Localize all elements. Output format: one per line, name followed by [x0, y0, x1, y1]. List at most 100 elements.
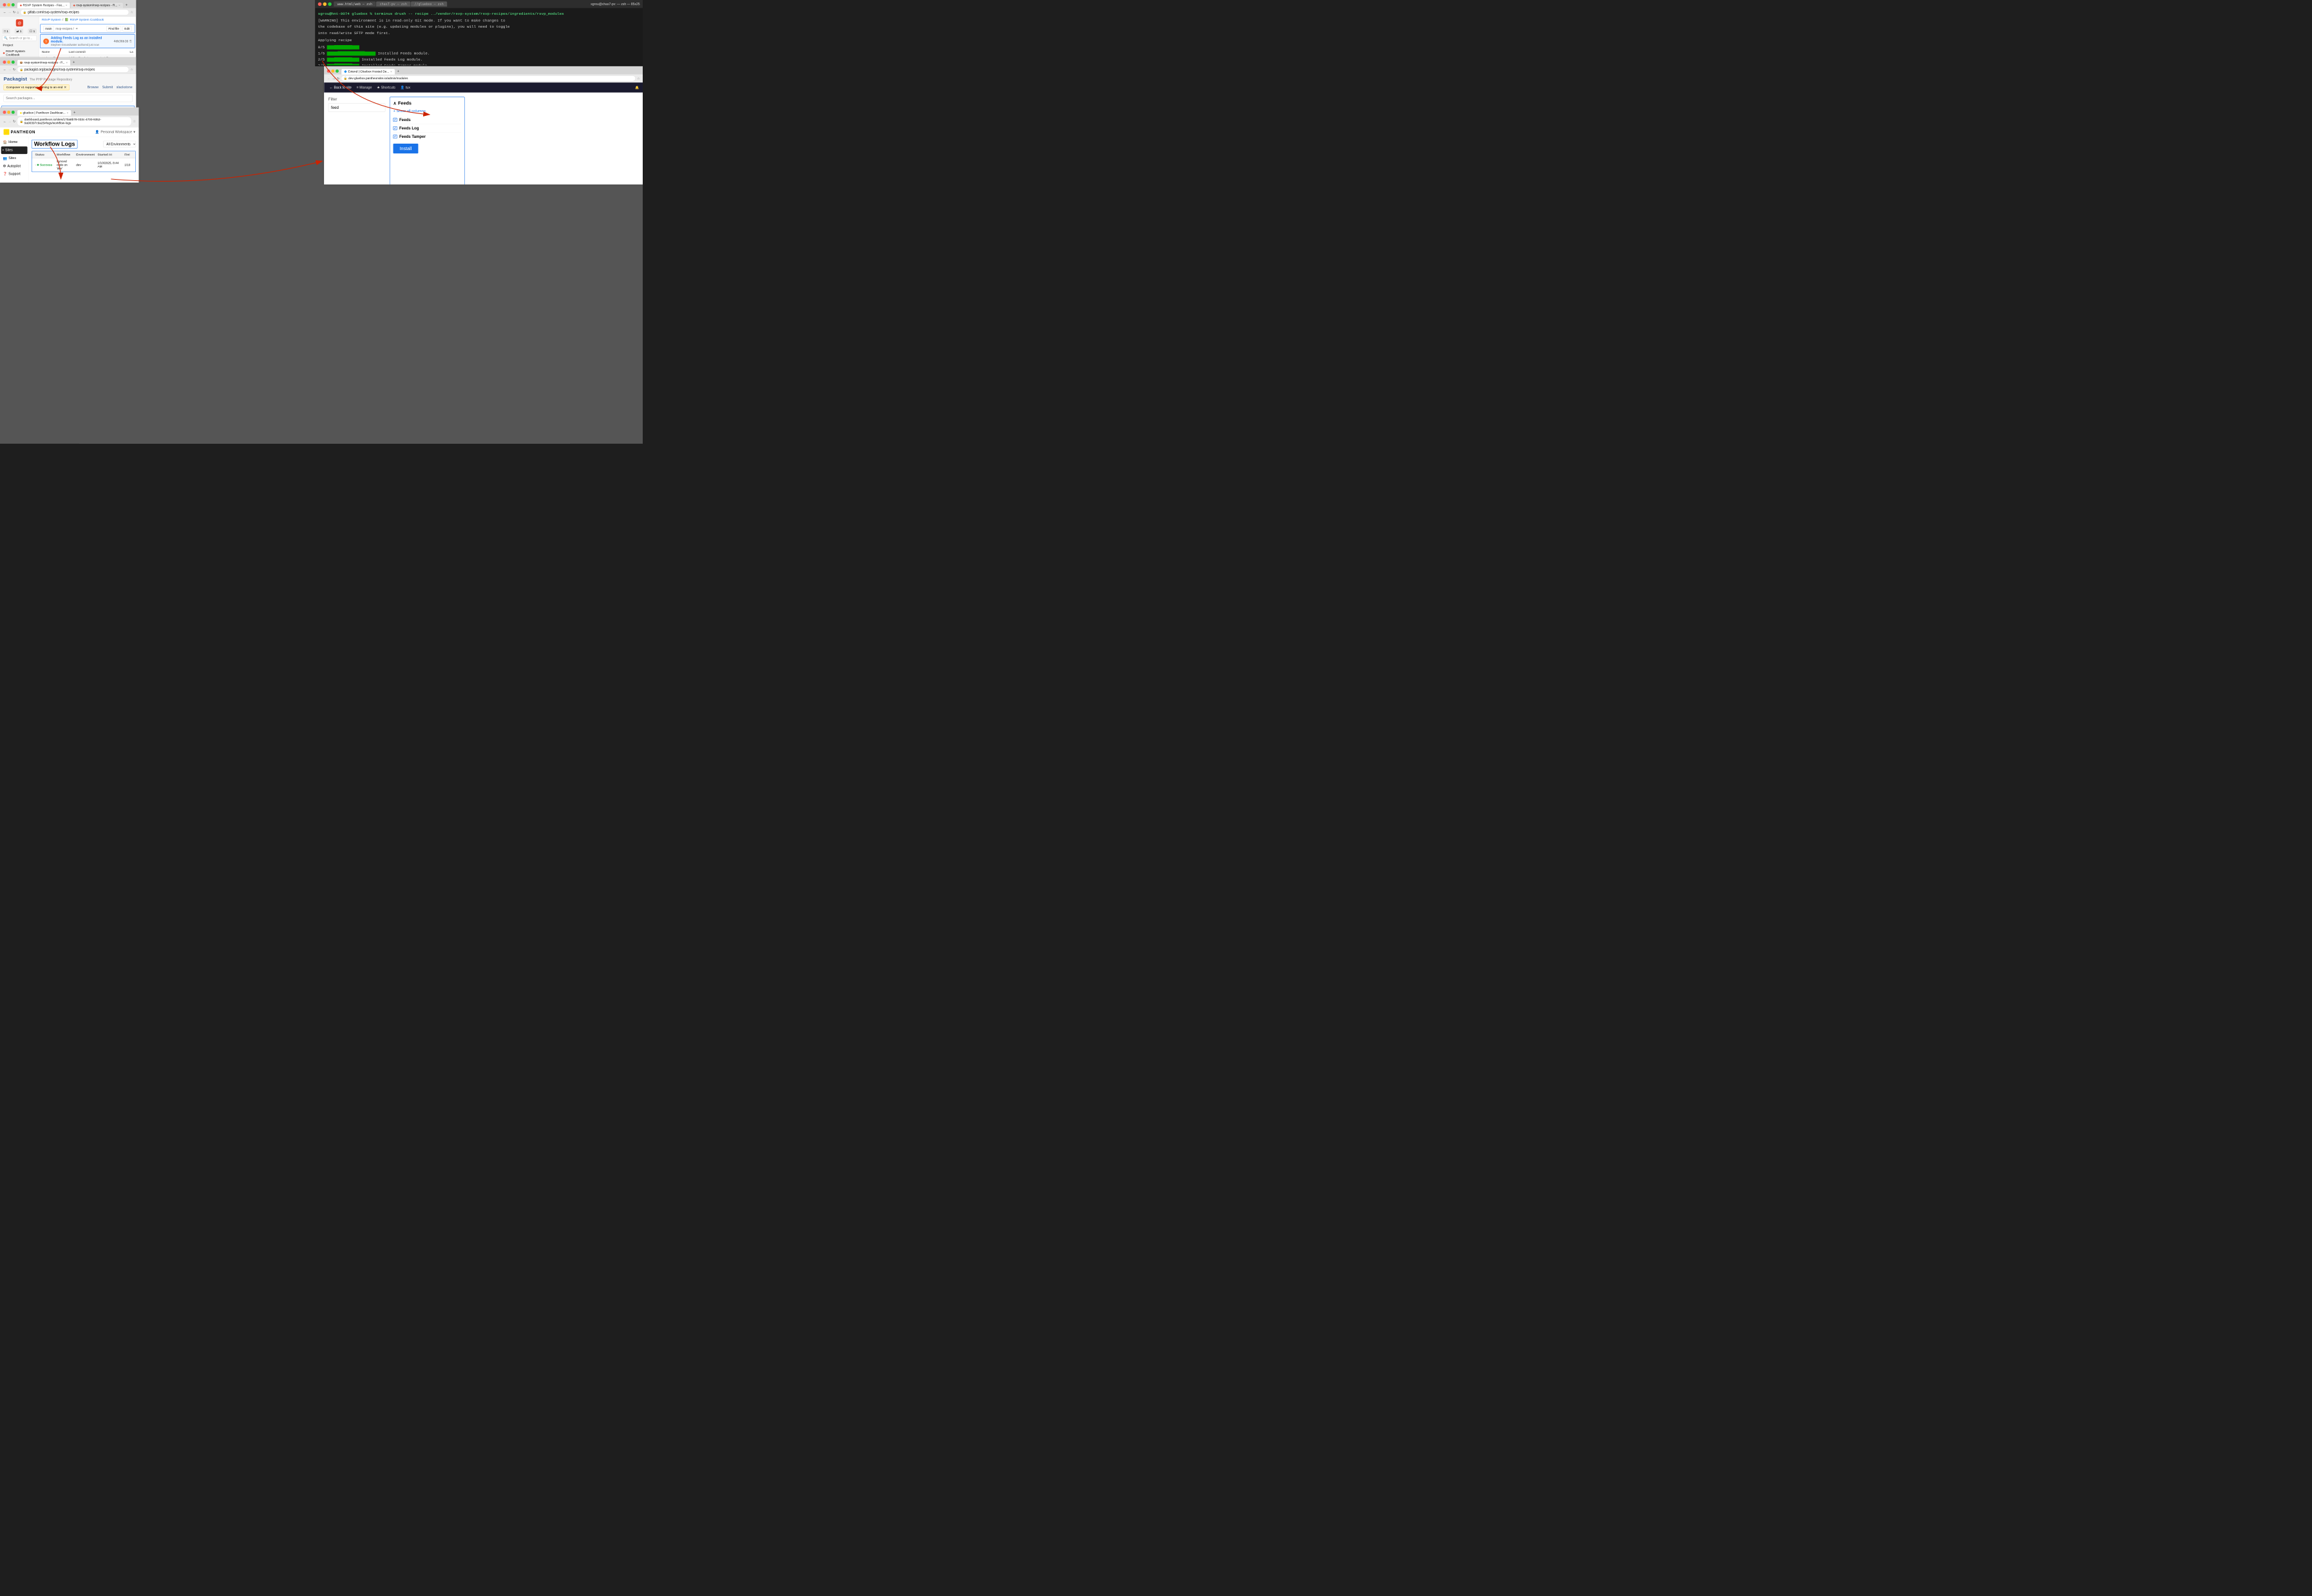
drupal-new-tab-btn[interactable]: + — [395, 68, 401, 75]
pantheon-new-tab-btn[interactable]: + — [71, 109, 77, 116]
packagist-refresh-btn[interactable]: ↻ — [13, 68, 15, 71]
packagist-forward-btn[interactable]: → — [8, 68, 12, 71]
edit-btn[interactable]: Edit — [122, 26, 131, 31]
pantheon-min-dot[interactable] — [7, 111, 10, 114]
feeds-checkbox[interactable]: ✓ — [393, 118, 397, 122]
autopilot-icon: ⚙ — [3, 164, 6, 168]
notification-bell[interactable]: 🔔 — [635, 86, 639, 90]
project-section-label: Project — [0, 42, 39, 48]
terminal-minimize-btn[interactable] — [323, 2, 327, 6]
find-file-btn[interactable]: Find file — [106, 26, 121, 31]
pantheon-close-dot[interactable] — [3, 111, 6, 114]
gitlab-address-input[interactable]: 🔒 gitlab.com/rsvp-system/rsvp-recipes — [21, 9, 129, 15]
packagist-close-dot[interactable] — [3, 61, 6, 64]
drupal-refresh-btn[interactable]: ↻ — [337, 77, 339, 81]
refresh-btn[interactable]: ↻ — [13, 10, 15, 14]
sidebar-item-support[interactable]: ❓ Support — [0, 170, 28, 178]
packagist-new-tab-btn[interactable]: + — [71, 59, 77, 66]
search-input[interactable] — [4, 95, 133, 102]
workspace-selector[interactable]: 👤 Personal Workspace ▾ — [95, 130, 135, 135]
feeds-log-item[interactable]: ✓ Feeds Log — [393, 124, 461, 133]
pantheon-max-dot[interactable] — [12, 111, 15, 114]
breadcrumb: RSVP System / 📗 RSVP System Cookbook — [39, 17, 137, 23]
packagist-tab-close[interactable]: ✕ — [66, 61, 68, 64]
terminal-close-btn[interactable] — [318, 2, 322, 6]
packagist-back-btn[interactable]: ← — [3, 68, 6, 71]
gitlab-tab-active[interactable]: ◆ RSVP System Recipes - Fee... ✕ — [17, 3, 70, 8]
drupal-address-input[interactable]: 🔒 dev-gluebox.pantheonsite.io/admin/modu… — [341, 75, 636, 81]
drupal-tab-active[interactable]: 🔷 Extend | Gluebox Hosted De... ✕ — [341, 68, 395, 74]
manage-item[interactable]: ≡ Manage — [355, 84, 374, 90]
drupal-close-dot[interactable] — [327, 70, 330, 73]
drupal-min-dot[interactable] — [331, 70, 334, 73]
issues-count-badge[interactable]: □ 1 — [2, 28, 10, 33]
terminal-maximize-btn[interactable] — [328, 2, 332, 6]
back-btn[interactable]: ← — [3, 10, 6, 14]
copy-hash-icon[interactable]: ⎘ — [129, 40, 132, 43]
project-name-item[interactable]: ◆ RSVP System Cookbook — [0, 48, 39, 57]
feeds-tamper-checkbox[interactable]: ✓ — [393, 135, 397, 138]
packagist-min-dot[interactable] — [7, 61, 10, 64]
terminal-warning: [WARNING] This environment is in read-on… — [318, 18, 640, 37]
terminal-tab-2[interactable]: chas7-pv — zsh — [376, 1, 410, 6]
feeds-tamper-item[interactable]: ✓ Feeds Tamper — [393, 133, 461, 141]
drupal-admin-bar: ← Back to site ≡ Manage ★ Shortcuts 👤 tu… — [324, 82, 643, 93]
mr-count-badge[interactable]: ⇄ 1 — [15, 28, 23, 33]
pantheon-tab-active[interactable]: ◆ gluebox | Pantheon Dashboar... ✕ — [17, 109, 71, 115]
feeds-item-feeds[interactable]: ✓ Feeds — [393, 116, 461, 124]
pantheon-back-btn[interactable]: ← — [3, 119, 6, 123]
forward-btn[interactable]: → — [8, 10, 12, 14]
pantheon-refresh-btn[interactable]: ↻ — [13, 120, 15, 124]
notice-close-icon[interactable]: ✕ — [64, 86, 66, 90]
packagist-address-input[interactable]: 🔒 packagist.org/packages/rsvp-system/rsv… — [17, 66, 129, 72]
bookmark-icon[interactable]: ☆ — [130, 10, 133, 14]
search-input-area[interactable]: 🔍 Search or go to... — [0, 34, 39, 42]
table-row[interactable]: › Success Synced code on 'dev' dev 1/10/… — [32, 158, 135, 171]
browse-nav-item[interactable]: Browse — [88, 86, 99, 90]
path-add-btn[interactable]: + — [76, 26, 78, 30]
drupal-forward-btn[interactable]: → — [332, 77, 336, 81]
terminal-panel: www.html/web — zsh chas7-pv — zsh //glue… — [315, 0, 643, 66]
home-btn[interactable]: ⌂ — [17, 10, 19, 14]
drupal-max-dot[interactable] — [336, 70, 339, 73]
gitlab-max-dot[interactable] — [12, 3, 15, 6]
show-all-columns-btn[interactable]: + Show all columns — [393, 109, 461, 113]
pantheon-top-bar: ⚡ PANTHEON 👤 Personal Workspace ▾ — [0, 128, 138, 137]
pantheon-panel: ◆ gluebox | Pantheon Dashboar... ✕ + ← →… — [0, 108, 138, 183]
drupal-back-btn[interactable]: ← — [327, 77, 331, 81]
shortcuts-item[interactable]: ★ Shortcuts — [375, 84, 397, 91]
gitlab-tab-2[interactable]: ◆ rsvp-system/rsvp-recipes - R... ✕ — [70, 3, 123, 8]
packagist-tab-active[interactable]: 📦 rsvp-system/rsvp-recipes - P... ✕ — [17, 60, 71, 66]
new-tab-btn[interactable]: + — [124, 1, 129, 8]
pantheon-tab-close[interactable]: ✕ — [66, 111, 68, 114]
user-menu-item[interactable]: 👤 tux — [399, 84, 412, 91]
feeds-log-checkbox[interactable]: ✓ — [393, 126, 397, 130]
gitlab-main-content: RSVP System / 📗 RSVP System Cookbook mai… — [39, 17, 137, 57]
drupal-tab-close[interactable]: ✕ — [390, 70, 392, 73]
pantheon-bookmark-icon[interactable]: ☆ — [133, 120, 136, 124]
slack-nav-item[interactable]: slackstone — [117, 86, 133, 90]
gitlab-close-dot[interactable] — [3, 3, 6, 6]
env-dropdown[interactable]: All Environments — [103, 141, 136, 147]
notification-badge[interactable]: ☐ 1 — [28, 28, 37, 33]
sidebar-item-sites[interactable]: ▪ Sites — [1, 146, 28, 154]
branch-bar: main rsvp-recipes / + Find file Edit — [40, 24, 135, 33]
pantheon-forward-btn[interactable]: → — [8, 119, 12, 123]
branch-selector[interactable]: main — [43, 26, 53, 31]
pantheon-address-input[interactable]: 🔒 dashboard.pantheon.io/sites/170a8b78-0… — [17, 117, 131, 126]
terminal-tab-3[interactable]: //gluebox — zsh — [411, 1, 447, 6]
drupal-bookmark-icon[interactable]: ☆ — [637, 77, 640, 81]
filter-input[interactable] — [328, 103, 385, 111]
terminal-tab-1[interactable]: www.html/web — zsh — [334, 1, 375, 6]
sidebar-item-home[interactable]: 🏠 Home — [0, 138, 28, 146]
sidebar-item-team[interactable]: 👥 Sites — [0, 155, 28, 162]
back-to-site-item[interactable]: ← Back to site — [328, 84, 354, 90]
submit-nav-item[interactable]: Submit — [102, 86, 113, 90]
gitlab-tab2-close[interactable]: ✕ — [118, 4, 120, 6]
packagist-max-dot[interactable] — [12, 61, 15, 64]
gitlab-min-dot[interactable] — [7, 3, 10, 6]
packagist-bookmark-icon[interactable]: ☆ — [130, 68, 133, 71]
install-btn[interactable]: Install — [393, 144, 418, 153]
sidebar-item-autopilot[interactable]: ⚙ Autopilot — [0, 162, 28, 170]
gitlab-tab-close[interactable]: ✕ — [66, 4, 68, 6]
